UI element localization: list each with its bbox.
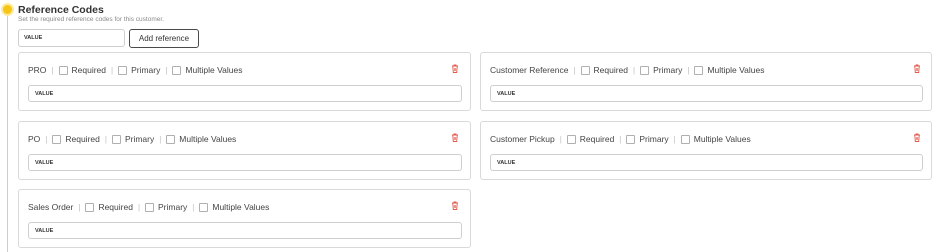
multiple-values-label: Multiple Values bbox=[179, 134, 237, 144]
checkbox-box[interactable] bbox=[172, 65, 182, 75]
divider: | bbox=[137, 202, 141, 212]
required-label: Required bbox=[98, 202, 133, 212]
add-reference-button[interactable]: Add reference bbox=[129, 29, 199, 48]
reference-card-pro: PRO | Required | Primary | Multiple Valu… bbox=[18, 52, 471, 111]
divider: | bbox=[687, 65, 690, 75]
divider: | bbox=[573, 65, 576, 75]
required-checkbox[interactable]: Required bbox=[85, 202, 133, 212]
divider: | bbox=[78, 202, 81, 212]
checkbox-box[interactable] bbox=[640, 65, 650, 75]
reference-name: PO bbox=[28, 134, 41, 144]
divider: | bbox=[45, 134, 48, 144]
reference-card-sales-order: Sales Order | Required | Primary | Multi… bbox=[18, 189, 471, 248]
primary-checkbox[interactable]: Primary bbox=[640, 65, 682, 75]
divider: | bbox=[192, 202, 195, 212]
checkbox-box[interactable] bbox=[58, 65, 68, 75]
primary-label: Primary bbox=[131, 65, 161, 75]
required-checkbox[interactable]: Required bbox=[58, 65, 107, 75]
trash-icon[interactable] bbox=[451, 64, 459, 73]
trash-icon[interactable] bbox=[913, 133, 921, 142]
reference-card-customer-pickup: Customer Pickup | Required | Primary | M… bbox=[480, 121, 932, 180]
divider: | bbox=[111, 65, 114, 75]
checkbox-box[interactable] bbox=[118, 65, 128, 75]
required-label: Required bbox=[593, 65, 629, 75]
multiple-values-label: Multiple Values bbox=[693, 134, 751, 144]
reference-name: Customer Pickup bbox=[490, 134, 555, 144]
divider: | bbox=[673, 134, 676, 144]
checkbox-box[interactable] bbox=[145, 202, 155, 212]
primary-label: Primary bbox=[653, 65, 683, 75]
checkbox-box[interactable] bbox=[166, 134, 176, 144]
section-title: Reference Codes bbox=[18, 4, 104, 16]
multiple-values-checkbox[interactable]: Multiple Values bbox=[172, 65, 242, 75]
new-reference-input[interactable] bbox=[18, 29, 125, 47]
divider: | bbox=[104, 134, 107, 144]
reference-name: PRO bbox=[28, 65, 47, 75]
card-header: Customer Reference | Required | Primary … bbox=[490, 65, 764, 75]
multiple-values-checkbox[interactable]: Multiple Values bbox=[166, 134, 236, 144]
primary-checkbox[interactable]: Primary bbox=[145, 202, 187, 212]
checkbox-box[interactable] bbox=[52, 134, 62, 144]
required-checkbox[interactable]: Required bbox=[52, 134, 100, 144]
multiple-values-label: Multiple Values bbox=[185, 65, 243, 75]
card-header: PO | Required | Primary | Multiple Value… bbox=[28, 134, 236, 144]
divider: | bbox=[559, 134, 562, 144]
divider: | bbox=[159, 134, 162, 144]
required-checkbox[interactable]: Required bbox=[566, 134, 615, 144]
multiple-values-label: Multiple Values bbox=[212, 202, 270, 212]
required-label: Required bbox=[65, 134, 100, 144]
trash-icon[interactable] bbox=[451, 201, 459, 210]
divider: | bbox=[165, 65, 168, 75]
required-label: Required bbox=[71, 65, 107, 75]
checkbox-box[interactable] bbox=[680, 134, 690, 144]
checkbox-box[interactable] bbox=[626, 134, 636, 144]
timeline-dot-icon bbox=[3, 5, 12, 14]
reference-value-input[interactable] bbox=[490, 154, 923, 171]
card-header: PRO | Required | Primary | Multiple Valu… bbox=[28, 65, 242, 75]
reference-value-input[interactable] bbox=[28, 154, 462, 171]
required-label: Required bbox=[579, 134, 615, 144]
section-subtitle: Set the required reference codes for thi… bbox=[18, 16, 164, 23]
primary-label: Primary bbox=[158, 202, 188, 212]
primary-checkbox[interactable]: Primary bbox=[111, 134, 155, 144]
checkbox-box[interactable] bbox=[111, 134, 121, 144]
reference-value-input[interactable] bbox=[490, 85, 923, 102]
reference-card-customer-reference: Customer Reference | Required | Primary … bbox=[480, 52, 932, 111]
checkbox-box[interactable] bbox=[85, 202, 95, 212]
reference-name: Sales Order bbox=[28, 202, 74, 212]
card-header: Sales Order | Required | Primary | Multi… bbox=[28, 202, 269, 212]
checkbox-box[interactable] bbox=[694, 65, 704, 75]
primary-checkbox[interactable]: Primary bbox=[118, 65, 160, 75]
divider: | bbox=[619, 134, 622, 144]
divider: | bbox=[51, 65, 54, 75]
reference-name: Customer Reference bbox=[490, 65, 569, 75]
primary-checkbox[interactable]: Primary bbox=[626, 134, 669, 144]
divider: | bbox=[633, 65, 636, 75]
checkbox-box[interactable] bbox=[580, 65, 590, 75]
multiple-values-checkbox[interactable]: Multiple Values bbox=[694, 65, 764, 75]
card-header: Customer Pickup | Required | Primary | M… bbox=[490, 134, 751, 144]
multiple-values-label: Multiple Values bbox=[707, 65, 765, 75]
checkbox-box[interactable] bbox=[199, 202, 209, 212]
timeline-line bbox=[7, 16, 8, 252]
trash-icon[interactable] bbox=[451, 133, 459, 142]
primary-label: Primary bbox=[639, 134, 669, 144]
checkbox-box[interactable] bbox=[566, 134, 576, 144]
reference-card-po: PO | Required | Primary | Multiple Value… bbox=[18, 121, 471, 180]
primary-label: Primary bbox=[124, 134, 155, 144]
trash-icon[interactable] bbox=[913, 64, 921, 73]
reference-value-input[interactable] bbox=[28, 222, 462, 239]
reference-value-input[interactable] bbox=[28, 85, 462, 102]
multiple-values-checkbox[interactable]: Multiple Values bbox=[199, 202, 269, 212]
required-checkbox[interactable]: Required bbox=[580, 65, 629, 75]
multiple-values-checkbox[interactable]: Multiple Values bbox=[680, 134, 751, 144]
